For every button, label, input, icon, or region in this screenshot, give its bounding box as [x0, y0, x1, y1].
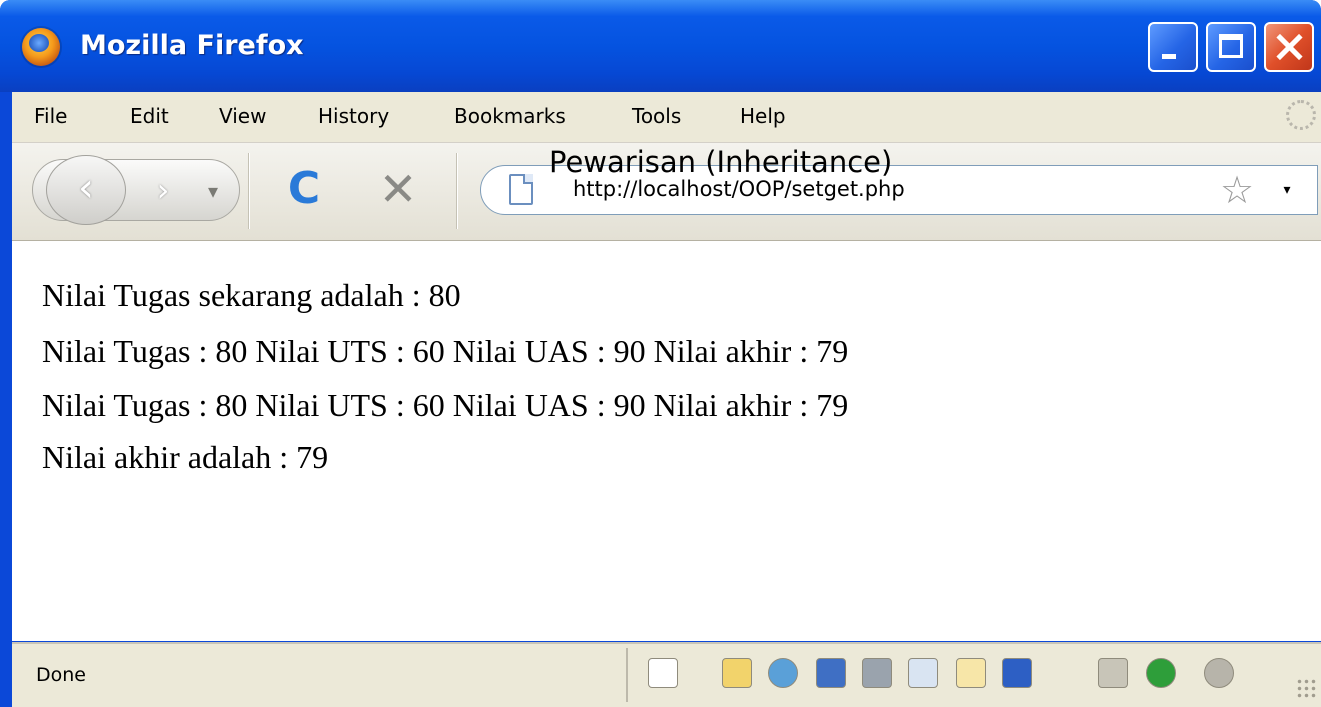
url-text[interactable]: http://localhost/OOP/setget.php	[573, 177, 905, 201]
status-bar: Done	[12, 642, 1321, 707]
save-icon[interactable]	[816, 658, 846, 688]
js-icon[interactable]	[1204, 658, 1234, 688]
output-line: Nilai akhir adalah : 79	[42, 439, 329, 475]
print-icon[interactable]	[862, 658, 892, 688]
output-line: Nilai Tugas : 80 Nilai UTS : 60 Nilai UA…	[42, 387, 849, 423]
edit-icon[interactable]	[908, 658, 938, 688]
maximize-button[interactable]	[1206, 22, 1256, 72]
reload-button[interactable]: C	[278, 161, 330, 217]
status-divider	[626, 648, 628, 702]
page-info-icon[interactable]	[648, 658, 678, 688]
close-button[interactable]	[1264, 22, 1314, 72]
toolbar-separator	[456, 153, 458, 229]
info-icon[interactable]	[1146, 658, 1176, 688]
title-bar[interactable]: Mozilla Firefox	[0, 0, 1321, 92]
window-icon[interactable]	[956, 658, 986, 688]
url-dropdown-button[interactable]: ▾	[1273, 174, 1301, 206]
graph-icon[interactable]	[1002, 658, 1032, 688]
globe-icon[interactable]	[768, 658, 798, 688]
firefox-logo-icon	[22, 28, 60, 66]
menu-bar: File Edit View History Bookmarks Tools H…	[12, 92, 1321, 143]
back-button[interactable]: ‹	[46, 155, 126, 225]
slide-title-overlay: Pewarisan (Inheritance)	[549, 145, 893, 179]
output-line: Nilai Tugas : 80 Nilai UTS : 60 Nilai UA…	[42, 333, 849, 369]
resize-grip-icon[interactable]	[1296, 678, 1318, 700]
page-content: Nilai Tugas sekarang adalah : 80 Nilai T…	[12, 241, 1321, 641]
menu-tools[interactable]: Tools	[632, 104, 681, 128]
menu-history[interactable]: History	[318, 104, 389, 128]
window-title: Mozilla Firefox	[80, 30, 304, 61]
throbber-icon	[1286, 100, 1316, 130]
tools-icon[interactable]	[1098, 658, 1128, 688]
browser-window: Mozilla Firefox File Edit View History B…	[0, 0, 1321, 707]
menu-file[interactable]: File	[34, 104, 67, 128]
output-line: Nilai Tugas sekarang adalah : 80	[42, 277, 461, 313]
menu-help[interactable]: Help	[740, 104, 786, 128]
page-icon	[509, 174, 533, 205]
stop-button[interactable]: ✕	[372, 161, 424, 217]
menu-bookmarks[interactable]: Bookmarks	[454, 104, 566, 128]
menu-edit[interactable]: Edit	[130, 104, 169, 128]
forward-button[interactable]: ›	[132, 164, 194, 216]
toolbar-separator	[248, 153, 250, 229]
status-text: Done	[36, 664, 86, 686]
menu-view[interactable]: View	[219, 104, 266, 128]
pencil-icon[interactable]	[722, 658, 752, 688]
history-dropdown-button[interactable]: ▾	[198, 171, 228, 211]
bookmark-star-icon[interactable]: ☆	[1215, 168, 1259, 212]
minimize-button[interactable]	[1148, 22, 1198, 72]
